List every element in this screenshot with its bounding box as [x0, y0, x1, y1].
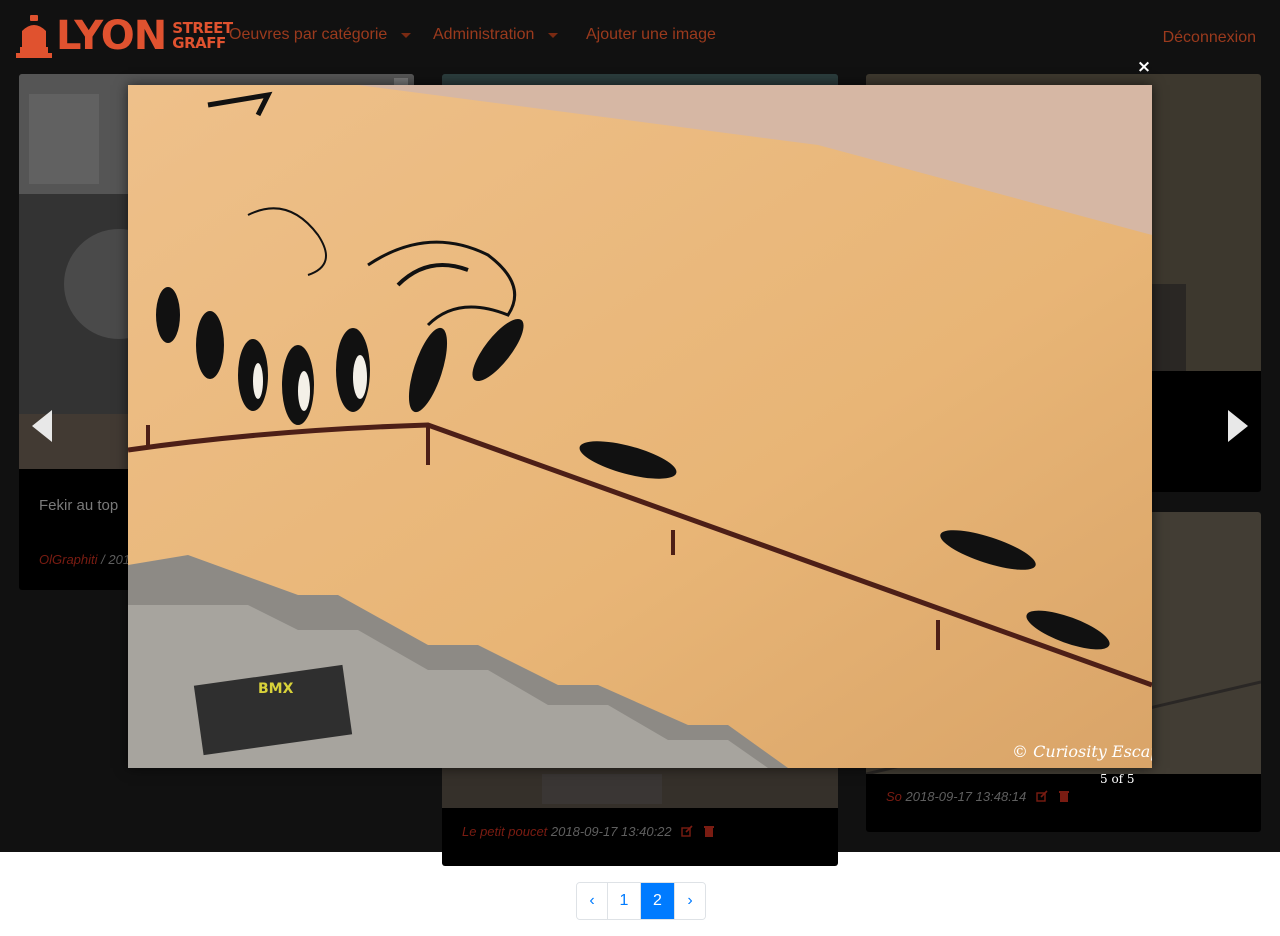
nav-oeuvres-label: Oeuvres par catégorie [229, 26, 388, 43]
card-author[interactable]: Le petit poucet [462, 824, 547, 839]
card-author[interactable]: OlGraphiti [39, 552, 98, 567]
pagination-page-1[interactable]: 1 [608, 883, 641, 919]
nav-ajouter-image[interactable]: Ajouter une image [586, 26, 716, 44]
spray-can-icon [16, 15, 52, 58]
lightbox-next-arrow-icon[interactable] [1224, 406, 1252, 446]
card-meta: OlGraphiti / 201 [39, 552, 130, 567]
chevron-down-icon [401, 32, 412, 38]
lightbox-counter: 5 of 5 [1100, 772, 1135, 786]
card-date: 2018-09-17 13:40:22 [550, 824, 672, 839]
nav-ajouter-image-label: Ajouter une image [586, 26, 716, 43]
card-title: Fekir au top [39, 497, 119, 514]
lightbox-image: BMX © Curiosity Esca [128, 85, 1152, 768]
brand-sub: STREET GRAFF [172, 21, 233, 52]
watermark: © Curiosity Escapes [1012, 742, 1152, 761]
svg-text:BMX: BMX [258, 681, 294, 697]
trash-icon[interactable] [1058, 790, 1070, 802]
brand-sub-graff: GRAFF [172, 34, 226, 52]
pagination: ‹ 1 2 › [576, 882, 706, 920]
penguin-stencil-photo: BMX © Curiosity Esca [128, 85, 1152, 768]
card-meta: So 2018-09-17 13:48:14 [886, 789, 1070, 804]
edit-icon[interactable] [681, 825, 693, 837]
pagination-prev[interactable]: ‹ [577, 883, 608, 919]
edit-icon[interactable] [1036, 790, 1048, 802]
chevron-down-icon [548, 32, 559, 38]
logout-link[interactable]: Déconnexion [1163, 29, 1256, 47]
card-author[interactable]: So [886, 789, 902, 804]
card-meta: Le petit poucet 2018-09-17 13:40:22 [462, 824, 715, 839]
card-date: 201 [108, 552, 131, 567]
lightbox-close-button[interactable]: × [1134, 56, 1154, 78]
navbar: LYON STREET GRAFF Oeuvres par catégorie … [0, 0, 1280, 70]
card-date: 2018-09-17 13:48:14 [905, 789, 1027, 804]
pagination-next[interactable]: › [675, 883, 705, 919]
brand-logo[interactable]: LYON STREET GRAFF [16, 12, 233, 60]
brand-word: LYON [56, 13, 167, 59]
pagination-page-2[interactable]: 2 [641, 883, 675, 919]
nav-oeuvres-par-categorie[interactable]: Oeuvres par catégorie [229, 26, 412, 44]
trash-icon[interactable] [703, 825, 715, 837]
nav-administration-label: Administration [433, 26, 535, 43]
nav-administration[interactable]: Administration [433, 26, 559, 44]
lightbox-prev-arrow-icon[interactable] [28, 406, 56, 446]
